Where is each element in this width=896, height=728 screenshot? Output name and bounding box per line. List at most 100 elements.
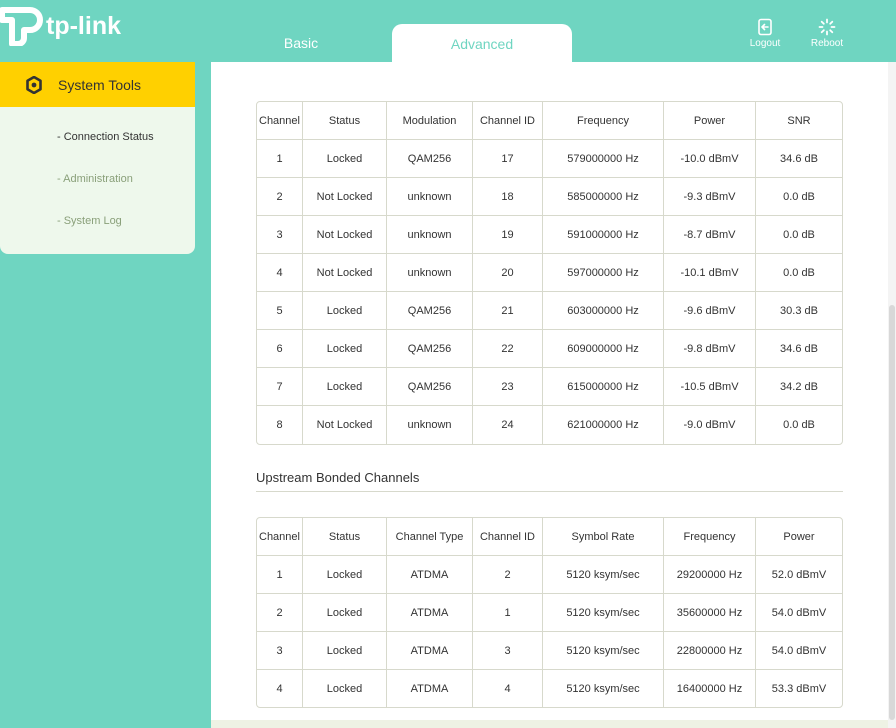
table-cell: 53.3 dBmV: [771, 682, 827, 695]
col-header-power: Power: [664, 102, 756, 140]
table-cell: 54.0 dBmV: [756, 632, 842, 670]
scrollbar-thumb[interactable]: [889, 305, 895, 720]
table-row: 4 Not Locked unknown 20 597000000 Hz -10.1 dB…: [257, 254, 842, 292]
brand-name: tp-link: [46, 11, 121, 40]
table-cell: 34.6 dB: [756, 330, 842, 368]
sidebar-item-system-log[interactable]: - System Log: [57, 215, 122, 227]
sidebar-item-label: System Tools: [58, 76, 141, 93]
table-cell: 3: [257, 216, 303, 254]
table-cell: 17: [473, 140, 543, 178]
table-cell: ATDMA: [387, 594, 473, 632]
table-cell: 23: [473, 368, 543, 406]
table-cell: 21: [473, 292, 543, 330]
table-header-row: Channel Status Channel Type Channel ID S…: [257, 518, 842, 556]
table-cell: 34.6 dB: [756, 140, 842, 178]
table-cell: -10.0 dBmV: [664, 140, 756, 178]
col-header-channel-id: Channel ID: [473, 102, 543, 140]
table-cell: Locked: [303, 292, 387, 330]
table-cell: -9.6 dBmV: [664, 292, 756, 330]
table-cell: 24: [473, 406, 543, 444]
table-cell: 609000000 Hz: [543, 330, 664, 368]
section-divider: [256, 491, 843, 492]
table-cell: Locked: [303, 330, 387, 368]
table-cell: 6: [257, 330, 303, 368]
table-cell: Locked: [303, 670, 387, 707]
table-row: 3 Locked ATDMA 3 5120 ksym/sec 22800000 Hz 54.…: [257, 632, 842, 670]
table-cell: 5120 ksym/sec: [543, 670, 664, 707]
col-header-channel-type: Channel Type: [387, 518, 473, 556]
table-cell: unknown: [387, 178, 473, 216]
table-cell: ATDMA: [387, 670, 473, 707]
table-cell: -9.0 dBmV: [664, 406, 756, 444]
col-header-modulation: Modulation: [387, 102, 473, 140]
reboot-button[interactable]: Reboot: [805, 18, 849, 49]
table-cell: Not Locked: [303, 406, 387, 444]
table-cell: 3: [257, 632, 303, 670]
table-cell: 18: [473, 178, 543, 216]
sidebar-item-system-tools[interactable]: System Tools: [0, 62, 195, 107]
col-header-channel: Channel: [257, 102, 303, 140]
table-cell: 615000000 Hz: [543, 368, 664, 406]
table-cell: Locked: [303, 140, 387, 178]
table-row: 2 Locked ATDMA 1 5120 ksym/sec 35600000 Hz 54.…: [257, 594, 842, 632]
sidebar-item-connection-status[interactable]: - Connection Status: [57, 131, 154, 143]
tp-link-logo-icon: [0, 7, 43, 46]
reboot-label: Reboot: [810, 38, 844, 49]
table-cell: 52.0 dBmV: [756, 556, 842, 594]
tp-link-logo: tp-link: [0, 6, 121, 46]
table-row: 6 Locked QAM256 22 609000000 Hz -9.8 dBmV 34.6…: [257, 330, 842, 368]
table-cell: 54.0 dBmV: [756, 594, 842, 632]
col-header-power: Power: [756, 518, 842, 556]
table-cell: 5120 ksym/sec: [543, 632, 664, 670]
table-row: 3 Not Locked unknown 19 591000000 Hz -8.7 dBm…: [257, 216, 842, 254]
table-cell: 5120 ksym/sec: [543, 556, 664, 594]
col-header-status: Status: [303, 518, 387, 556]
table-cell: Locked: [303, 556, 387, 594]
col-header-snr: SNR: [756, 102, 842, 140]
tab-basic[interactable]: Basic: [250, 26, 352, 60]
table-cell: 19: [473, 216, 543, 254]
col-header-frequency: Frequency: [664, 518, 756, 556]
table-cell: 2: [257, 178, 303, 216]
upstream-channels-table: Channel Status Channel Type Channel ID S…: [256, 517, 843, 708]
table-cell: Locked: [303, 368, 387, 406]
table-row: 7 Locked QAM256 23 615000000 Hz -10.5 dBmV 34.…: [257, 368, 842, 406]
content-footer-strip: [211, 720, 896, 728]
table-cell: 1: [473, 594, 543, 632]
tab-advanced[interactable]: Advanced: [392, 24, 572, 64]
col-header-symbol-rate: Symbol Rate: [543, 518, 664, 556]
reboot-icon: [818, 18, 836, 36]
table-cell: 5: [257, 292, 303, 330]
table-cell: ATDMA: [387, 556, 473, 594]
table-cell: 22: [473, 330, 543, 368]
table-cell: 579000000 Hz: [543, 140, 664, 178]
table-cell: unknown: [387, 216, 473, 254]
table-header-row: Channel Status Modulation Channel ID Fre…: [257, 102, 842, 140]
table-cell: 4: [257, 670, 303, 707]
logout-button[interactable]: Logout: [743, 18, 787, 49]
table-row: 2 Not Locked unknown 18 585000000 Hz -9.3 dBm…: [257, 178, 842, 216]
table-cell: -8.7 dBmV: [664, 216, 756, 254]
table-cell: Not Locked: [303, 254, 387, 292]
table-cell: 585000000 Hz: [543, 178, 664, 216]
table-cell: Not Locked: [303, 178, 387, 216]
table-cell: unknown: [387, 406, 473, 444]
logout-icon: [758, 18, 772, 36]
logout-label: Logout: [749, 38, 781, 49]
table-cell: 20: [473, 254, 543, 292]
upstream-section-title: Upstream Bonded Channels: [256, 470, 420, 485]
sidebar-item-administration[interactable]: - Administration: [57, 173, 133, 185]
table-cell: 603000000 Hz: [543, 292, 664, 330]
col-header-channel: Channel: [257, 518, 303, 556]
table-cell: 0.0 dB: [756, 254, 842, 292]
table-cell: 5120 ksym/sec: [543, 594, 664, 632]
sidebar-submenu: - Connection Status - Administration - S…: [0, 107, 195, 254]
table-cell: 34.2 dB: [756, 368, 842, 406]
table-cell: 8: [257, 406, 303, 444]
table-cell: 16400000 Hz: [664, 670, 756, 707]
table-cell: QAM256: [387, 368, 473, 406]
table-cell: ATDMA: [387, 632, 473, 670]
downstream-channels-table: Channel Status Modulation Channel ID Fre…: [256, 101, 843, 445]
table-cell: 591000000 Hz: [543, 216, 664, 254]
table-cell: 4: [257, 254, 303, 292]
